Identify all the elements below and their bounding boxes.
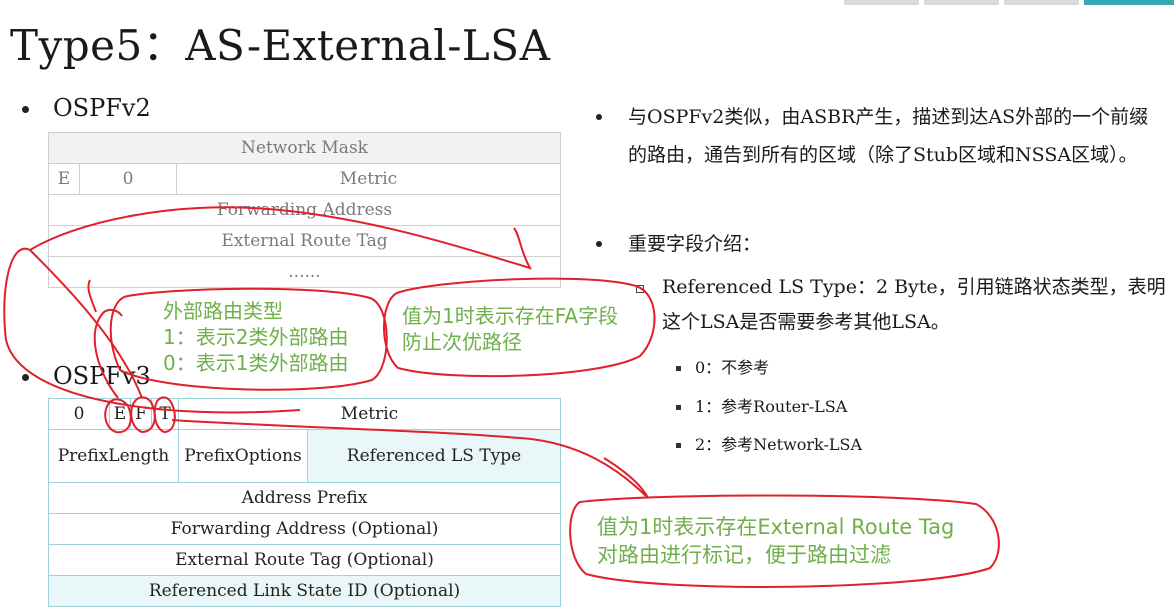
external-route-tag-cell: External Route Tag (Optional): [48, 544, 561, 576]
metric-cell: Metric: [176, 163, 561, 195]
bullet-icon: [676, 405, 681, 410]
e-bit-cell: E: [48, 163, 80, 195]
prefix-options-cell: PrefixOptions: [178, 429, 308, 483]
top-tab-bar: [844, 0, 1174, 5]
zero-cell: 0: [79, 163, 177, 195]
t-bit-cell: T: [151, 398, 179, 430]
list-item: 1：参考Router-LSA: [676, 393, 847, 417]
external-route-tag-cell: External Route Tag: [48, 225, 561, 257]
list-item: 2：参考Network-LSA: [676, 431, 862, 455]
referenced-link-state-id-cell: Referenced Link State ID (Optional): [48, 575, 561, 607]
annotation-line: 值为1时表示存在FA字段: [402, 304, 619, 328]
tab-segment[interactable]: [1004, 0, 1079, 5]
network-mask-cell: Network Mask: [48, 132, 561, 164]
annotation-line: 对路由进行标记，便于路由过滤: [597, 543, 891, 567]
fields-heading: 重要字段介绍：: [628, 233, 762, 255]
bullet-dot: [596, 114, 602, 120]
ospfv2-lsa-table: Network Mask E 0 Metric Forwarding Addre…: [48, 132, 561, 288]
list-item: 0：不参考: [676, 354, 769, 378]
referenced-ls-type-text: Referenced LS Type：2 Byte，引用链路状态类型，表明这个L…: [662, 276, 1166, 333]
tab-segment[interactable]: [844, 0, 919, 5]
annotation-line: 1：表示2类外部路由: [163, 325, 349, 349]
list-item-text: 0：不参考: [695, 358, 770, 377]
tab-segment-active[interactable]: [1084, 0, 1174, 5]
f-bit-annotation: 值为1时表示存在FA字段 防止次优路径: [402, 303, 618, 355]
tab-segment[interactable]: [924, 0, 999, 5]
metric-cell: Metric: [178, 398, 561, 430]
bullet-icon: [676, 443, 681, 448]
annotation-line: 外部路由类型: [163, 299, 283, 323]
list-item-text: 2：参考Network-LSA: [695, 435, 863, 454]
f-bit-cell: F: [130, 398, 152, 430]
annotation-line: 0：表示1类外部路由: [163, 351, 349, 375]
bullet-dot: [22, 374, 29, 381]
e-bit-annotation: 外部路由类型 1：表示2类外部路由 0：表示1类外部路由: [163, 298, 348, 376]
list-item-text: 1：参考Router-LSA: [695, 397, 848, 416]
forwarding-address-cell: Forwarding Address (Optional): [48, 513, 561, 545]
ospfv3-lsa-table: 0 E F T Metric PrefixLength PrefixOption…: [48, 398, 561, 607]
bullet-dot: [22, 106, 29, 113]
bullet-dot: [596, 241, 602, 247]
address-prefix-cell: Address Prefix: [48, 482, 561, 514]
bullet-icon: [676, 366, 681, 371]
ospfv2-label: OSPFv2: [53, 94, 151, 122]
annotation-line: 值为1时表示存在External Route Tag: [597, 515, 955, 539]
ospfv3-label: OSPFv3: [53, 362, 151, 390]
e-bit-cell: E: [109, 398, 131, 430]
ospfv2-bullet: OSPFv2: [22, 94, 151, 122]
description-text: 与OSPFv2类似，由ASBR产生，描述到达AS外部的一个前缀的路由，通告到所有…: [628, 106, 1149, 166]
prefix-length-cell: PrefixLength: [48, 429, 179, 483]
zero-cell: 0: [48, 398, 110, 430]
annotation-line: 防止次优路径: [402, 330, 522, 354]
fields-bullet: 重要字段介绍：: [596, 225, 761, 263]
t-bit-annotation: 值为1时表示存在External Route Tag 对路由进行标记，便于路由过…: [597, 513, 954, 569]
ospfv3-bullet: OSPFv3: [22, 362, 151, 390]
slide-title: Type5：AS-External-LSA: [10, 21, 551, 70]
square-bullet-icon: [636, 285, 644, 293]
referenced-ls-type-bullet: Referenced LS Type：2 Byte，引用链路状态类型，表明这个L…: [636, 270, 1166, 340]
forwarding-address-cell: Forwarding Address: [48, 194, 561, 226]
referenced-ls-type-cell: Referenced LS Type: [307, 429, 561, 483]
description-bullet: 与OSPFv2类似，由ASBR产生，描述到达AS外部的一个前缀的路由，通告到所有…: [596, 98, 1156, 174]
ellipsis-cell: ......: [48, 256, 561, 288]
